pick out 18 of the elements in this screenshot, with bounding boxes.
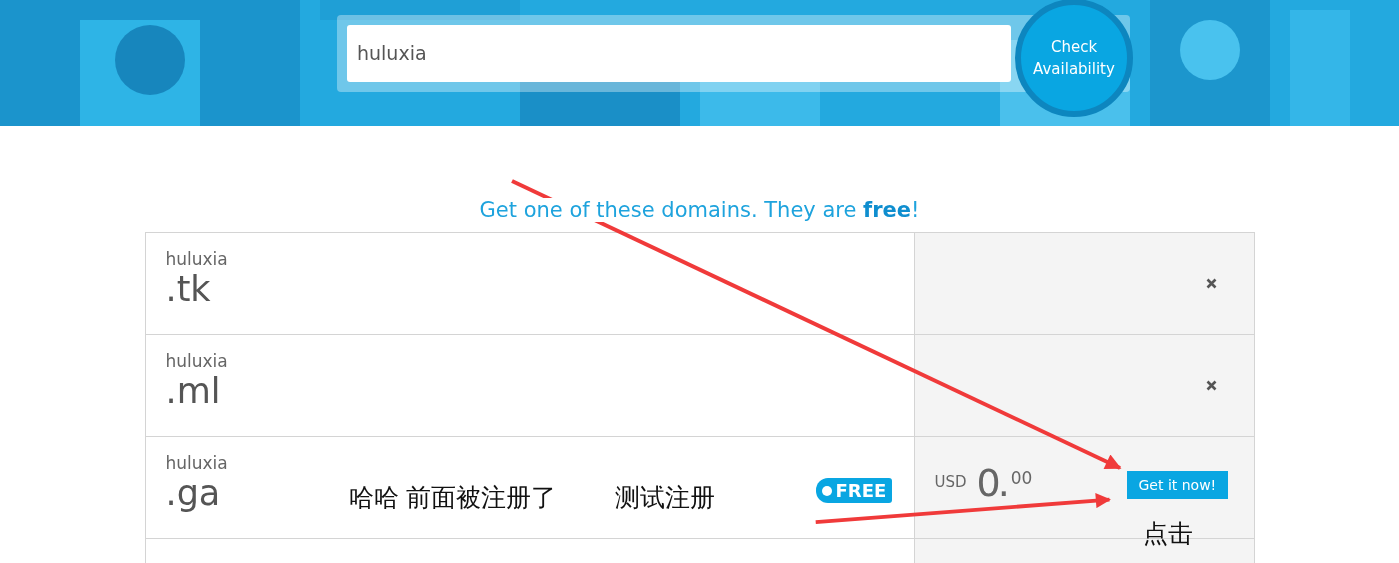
close-icon[interactable] xyxy=(1205,380,1217,391)
domain-name: huluxia xyxy=(165,249,228,269)
annotation-text: 哈哈 前面被注册了 xyxy=(348,482,557,514)
annotation-text: 点击 xyxy=(1142,518,1193,550)
price-cents: 00 xyxy=(1010,468,1033,488)
domain-extension: .ga xyxy=(165,473,221,513)
free-badge: FREE xyxy=(815,478,893,503)
close-icon[interactable] xyxy=(1205,278,1217,289)
domain-name: huluxia xyxy=(165,351,228,371)
domain-name: huluxia xyxy=(165,453,228,473)
get-it-now-button[interactable]: Get it now! xyxy=(1126,471,1229,499)
heading: Get one of these domains. They are free! xyxy=(479,198,920,222)
price: 0. xyxy=(976,461,1007,505)
domain-extension: .tk xyxy=(165,269,211,309)
currency: USD xyxy=(934,473,967,491)
search-field[interactable]: huluxia xyxy=(347,25,1011,82)
annotation-text: 测试注册 xyxy=(614,482,715,514)
domain-extension: .ml xyxy=(165,371,221,411)
